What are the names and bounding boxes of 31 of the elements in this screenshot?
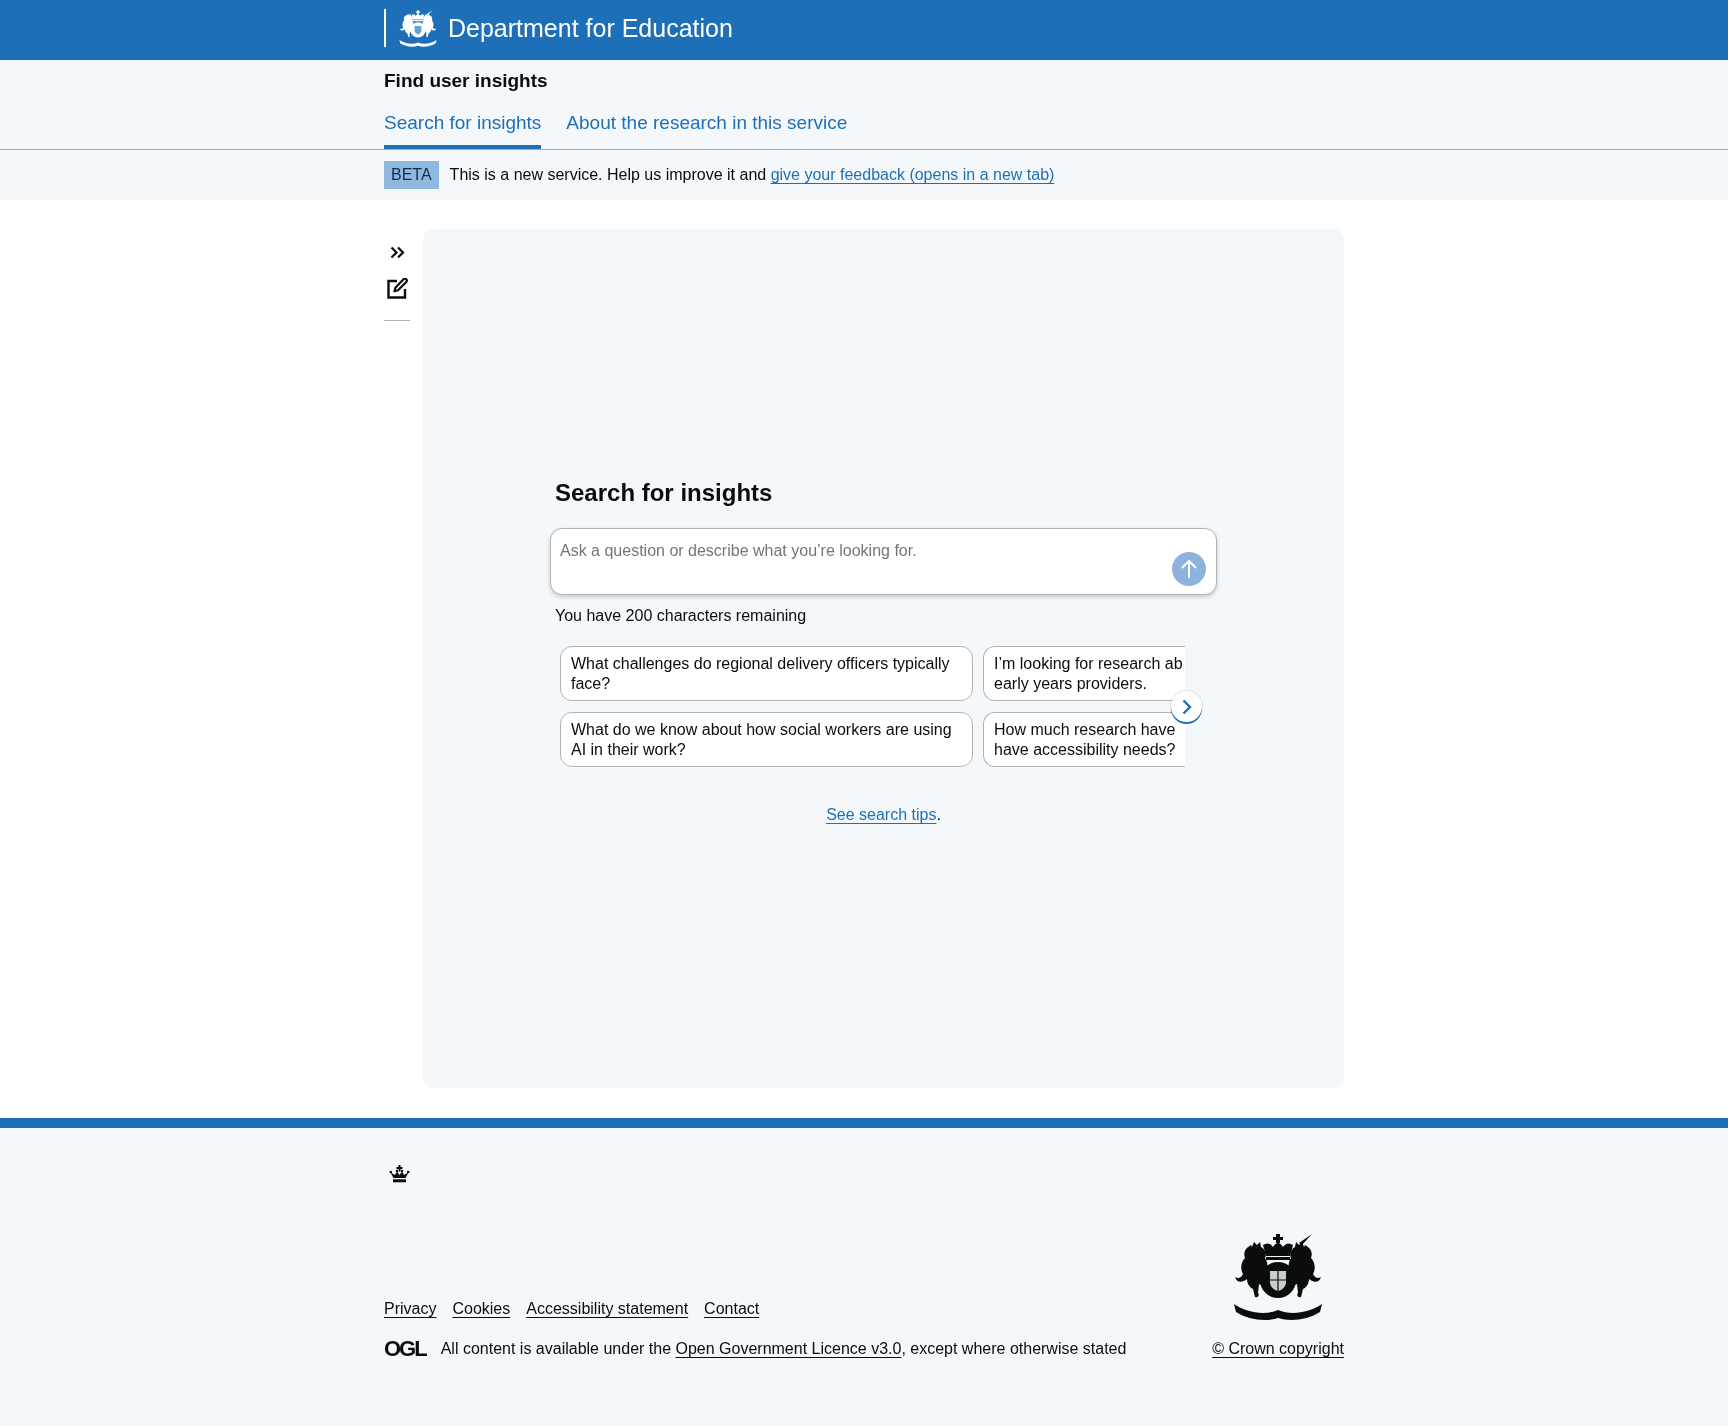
- search-tips-link[interactable]: See search tips: [826, 806, 937, 823]
- search-field[interactable]: Ask a question or describe what you’re looking for.: [550, 528, 1217, 595]
- footer-link[interactable]: Contact: [704, 1300, 760, 1317]
- copyright-link[interactable]: © Crown copyright: [1212, 1338, 1344, 1360]
- licence-link[interactable]: Open Government Licence v3.0: [675, 1340, 902, 1357]
- ogl-logo: OGL: [384, 1338, 426, 1360]
- search-tips: See search tips.: [826, 805, 941, 825]
- edit-icon: [386, 278, 408, 299]
- double-chevron-icon: [389, 246, 405, 259]
- suggestion-chip[interactable]: How much research have have accessibility needs?: [983, 712, 1185, 767]
- department-link[interactable]: Department for Education: [384, 9, 733, 48]
- next-button[interactable]: [1171, 691, 1202, 722]
- new-search-button[interactable]: [386, 278, 408, 299]
- suggestion-chip[interactable]: What challenges do regional delivery officers typically face?: [560, 646, 973, 701]
- footer-link[interactable]: Accessibility statement: [526, 1300, 689, 1317]
- nav-tab[interactable]: About the research in this service: [566, 93, 848, 149]
- arrow-up-icon: [1180, 559, 1198, 579]
- phase-tag: BETA: [384, 161, 439, 189]
- expand-sidebar-button[interactable]: [389, 246, 405, 259]
- chevron-right-icon: [1181, 698, 1192, 715]
- search-heading: Search for insights: [555, 478, 773, 508]
- licence-text: All content is available under the Open Government Licence v3.0, except where otherwise stated: [440, 1339, 1127, 1359]
- characters-remaining: You have 200 characters remaining: [555, 606, 807, 626]
- suggestion-chip[interactable]: What do we know about how social workers are using AI in their work?: [560, 712, 973, 767]
- footer-link[interactable]: Privacy: [384, 1300, 437, 1317]
- crown-icon: [389, 1165, 410, 1183]
- suggestion-chip[interactable]: I’m looking for research ab early years providers.: [983, 646, 1185, 701]
- feedback-link[interactable]: give your feedback (opens in a new tab): [770, 166, 1055, 183]
- service-name: Find user insights: [384, 69, 548, 93]
- beta-message: This is a new service. Help us improve it and give your feedback (opens in a new tab): [449, 165, 1055, 185]
- footer-link[interactable]: Cookies: [452, 1300, 511, 1317]
